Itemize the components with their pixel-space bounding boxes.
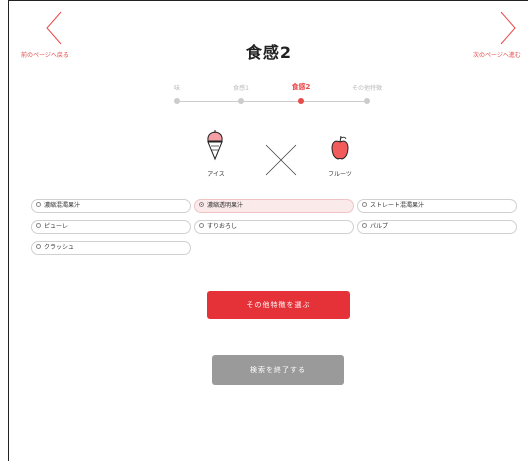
option-pulp[interactable]: パルプ <box>357 220 517 234</box>
option-label: ストレート混濁果汁 <box>370 202 425 209</box>
step-dot <box>364 98 370 104</box>
radio-icon <box>199 223 204 228</box>
radio-icon <box>36 223 41 228</box>
step-dot <box>238 98 244 104</box>
option-label: 濃縮透明果汁 <box>207 202 244 209</box>
finish-search-button[interactable]: 検索を終了する <box>212 355 344 385</box>
option-crush[interactable]: クラッシュ <box>31 241 191 255</box>
radio-selected-icon <box>199 202 204 207</box>
apple-icon <box>329 135 351 165</box>
combo-right-label: フルーツ <box>328 171 352 178</box>
option-label: ピューレ <box>44 223 69 230</box>
combo-left-label: アイス <box>207 171 225 178</box>
option-grated[interactable]: すりおろし <box>194 220 354 234</box>
option-label: パルプ <box>370 223 389 230</box>
step-label-other: その他特徴 <box>351 85 383 92</box>
option-straight-cloudy[interactable]: ストレート混濁果汁 <box>357 199 517 213</box>
option-concentrated-clear[interactable]: 濃縮透明果汁 <box>194 199 354 213</box>
option-label: 濃縮混濁果汁 <box>44 202 81 209</box>
app-window: 前のページへ戻る 次のページへ進む 食感2 味 食感1 食感2 その他特徴 アイ… <box>8 0 528 461</box>
radio-icon <box>36 202 41 207</box>
radio-icon <box>36 244 41 249</box>
ice-cream-icon <box>204 129 226 165</box>
radio-icon <box>362 223 367 228</box>
step-label-texture2: 食感2 <box>291 83 311 91</box>
step-label-texture1: 食感1 <box>233 85 249 92</box>
option-label: クラッシュ <box>44 244 75 251</box>
page-title: 食感2 <box>245 43 293 62</box>
radio-icon <box>362 202 367 207</box>
other-features-button[interactable]: その他特徴を選ぶ <box>207 291 350 319</box>
option-label: すりおろし <box>207 223 238 230</box>
cross-icon <box>265 144 297 180</box>
option-concentrated-cloudy[interactable]: 濃縮混濁果汁 <box>31 199 191 213</box>
step-dot <box>174 98 180 104</box>
step-line <box>177 101 367 102</box>
step-dot-active <box>298 98 304 104</box>
step-label-taste: 味 <box>173 85 181 92</box>
option-puree[interactable]: ピューレ <box>31 220 191 234</box>
